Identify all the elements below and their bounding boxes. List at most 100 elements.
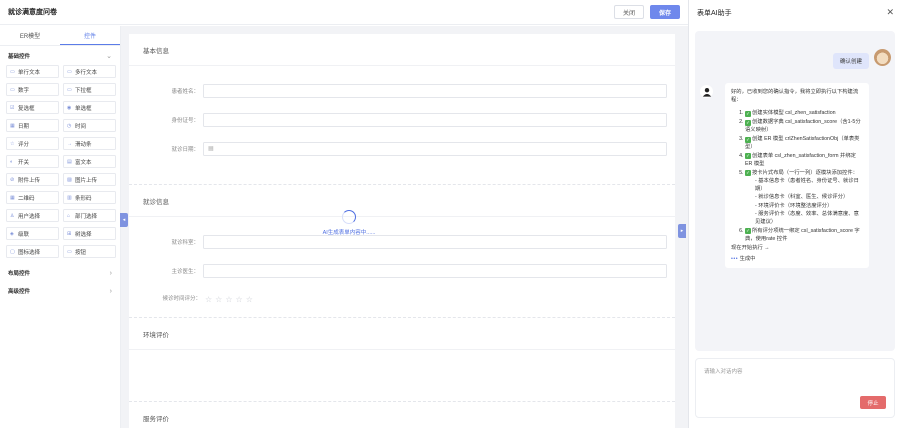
- control-label: 图片上传: [75, 177, 98, 184]
- control-item[interactable]: ⌂ 部门选择: [63, 209, 116, 222]
- control-item[interactable]: ▭ 下拉框: [63, 83, 116, 96]
- star-icon[interactable]: ☆: [205, 295, 212, 304]
- layout-controls-header[interactable]: 布局控件 ›: [0, 264, 120, 282]
- field-label: 身份证号：: [171, 117, 199, 124]
- form-field-row: 主诊医生：: [129, 256, 675, 285]
- control-item[interactable]: ▨ 图片上传: [63, 173, 116, 186]
- user-avatar: [874, 49, 891, 66]
- control-item[interactable]: ☆ 评分: [6, 137, 59, 150]
- doctor-input[interactable]: [203, 263, 667, 278]
- id-number-input[interactable]: [203, 112, 667, 127]
- check-icon: ✓: [745, 153, 751, 160]
- control-label: 单选框: [75, 105, 92, 112]
- field-label: 主诊医生：: [171, 268, 199, 275]
- control-item[interactable]: ⊘ 附件上传: [6, 173, 59, 186]
- patient-name-input[interactable]: [203, 83, 667, 98]
- step-detail: - 基本信息卡（患者姓名、身份证号、就诊日期）: [755, 178, 859, 193]
- chat-history[interactable]: 确认创建 好的，已收到您的确认指令，我将立即执行以下构建流程： ✓创建实体模型 …: [695, 31, 895, 351]
- chevron-right-icon: ▸: [680, 228, 684, 234]
- control-item[interactable]: ◈ 级联: [6, 227, 59, 240]
- department-select[interactable]: [203, 234, 667, 249]
- stop-button[interactable]: 停止: [860, 396, 886, 409]
- assistant-header: 表单AI助手 ✕: [689, 0, 902, 25]
- step-detail: - 服务评价卡（态度、效率、总体满意度、意见建议）: [755, 210, 859, 226]
- collapse-assistant-button[interactable]: ▸: [678, 224, 686, 238]
- check-icon: ✓: [745, 110, 751, 117]
- control-item[interactable]: ▦ 二维码: [6, 191, 59, 204]
- star-icon[interactable]: ☆: [246, 295, 253, 304]
- control-icon: ☑: [10, 104, 15, 111]
- executing-text: 现在开始执行 →: [731, 244, 770, 251]
- control-item[interactable]: ◷ 时间: [63, 119, 116, 132]
- form-field-row: 身份证号：: [129, 105, 675, 134]
- basic-info-card[interactable]: 基本信息 患者姓名： 身份证号： 就诊日期： ▦: [129, 34, 675, 185]
- control-item[interactable]: ▢ 图标选择: [6, 245, 59, 258]
- visit-info-card[interactable]: 就诊信息 就诊科室： 主诊医生： 候诊时间评分： ☆ ☆ ☆ ☆ ☆: [129, 185, 675, 318]
- collapse-sidebar-button[interactable]: ◂: [120, 213, 128, 227]
- chevron-right-icon: ›: [109, 269, 112, 277]
- build-step: ✓创建表单 csl_zhen_satisfaction_form 并绑定 ER …: [745, 152, 863, 168]
- tab-er-model[interactable]: ER模型: [0, 26, 60, 45]
- control-icon: ▦: [10, 194, 15, 201]
- control-item[interactable]: ▦ 日期: [6, 119, 59, 132]
- control-item[interactable]: ⊞ 树选择: [63, 227, 116, 240]
- control-label: 级联: [18, 231, 30, 238]
- star-icon[interactable]: ☆: [225, 295, 232, 304]
- check-icon: ✓: [745, 119, 751, 126]
- control-icon: ▭: [10, 68, 15, 75]
- control-item[interactable]: ▭ 数字: [6, 83, 59, 96]
- control-item[interactable]: ♙ 用户选择: [6, 209, 59, 222]
- form-field-row: 就诊科室：: [129, 227, 675, 256]
- control-item[interactable]: ▭ 多行文本: [63, 65, 116, 78]
- chevron-right-icon: ›: [109, 287, 112, 295]
- close-icon[interactable]: ✕: [886, 7, 894, 18]
- service-card[interactable]: 服务评价: [129, 402, 675, 428]
- ai-assistant-panel: 表单AI助手 ✕ 确认创建 好的，已收到您的确认指令，我将立即执行以下构建流程：…: [688, 0, 902, 428]
- visit-date-picker[interactable]: ▦: [203, 141, 667, 156]
- control-icon: ◉: [67, 104, 72, 111]
- chat-input[interactable]: 请输入对话内容 停止: [695, 358, 895, 418]
- control-icon: ▭: [10, 86, 15, 93]
- ai-loading-indicator: AI生成表单内容中......: [299, 210, 399, 236]
- control-item[interactable]: ▭ 按钮: [63, 245, 116, 258]
- control-item[interactable]: ▭ 单行文本: [6, 65, 59, 78]
- environment-card[interactable]: 环境评价: [129, 318, 675, 402]
- control-icon: ▭: [67, 68, 72, 75]
- basic-controls-header[interactable]: 基础控件 ⌄: [0, 49, 120, 63]
- control-label: 开关: [18, 159, 30, 166]
- control-icon: ▦: [10, 122, 15, 129]
- control-item[interactable]: → 滑动条: [63, 137, 116, 150]
- advanced-controls-header[interactable]: 高级控件 ›: [0, 282, 120, 300]
- control-item[interactable]: ◐ 开关: [6, 155, 59, 168]
- control-item[interactable]: ▥ 条形码: [63, 191, 116, 204]
- calendar-icon: ▦: [208, 146, 214, 152]
- star-icon[interactable]: ☆: [215, 295, 222, 304]
- control-label: 时间: [75, 123, 87, 130]
- advanced-controls-title: 高级控件: [8, 289, 31, 295]
- card-title: 服务评价: [143, 416, 169, 423]
- close-button[interactable]: 关闭: [613, 5, 644, 19]
- control-icon: ◷: [67, 122, 72, 129]
- wait-time-rating[interactable]: ☆ ☆ ☆ ☆ ☆: [205, 295, 253, 304]
- control-label: 附件上传: [18, 177, 41, 184]
- control-item[interactable]: ◉ 单选框: [63, 101, 116, 114]
- control-icon: ▤: [67, 158, 72, 165]
- form-field-row: 就诊日期： ▦: [129, 134, 675, 163]
- tab-controls[interactable]: 控件: [60, 26, 120, 45]
- field-label: 候诊时间评分：: [162, 296, 201, 302]
- control-label: 评分: [18, 141, 30, 148]
- build-step: ✓所有评分项统一绑定 csl_satisfaction_score 字典，使用r…: [745, 227, 863, 243]
- control-item[interactable]: ▤ 富文本: [63, 155, 116, 168]
- page-title: 就诊满意度问卷: [8, 9, 57, 16]
- control-icon: ◐: [10, 158, 14, 165]
- build-step: ✓创建数据字典 csl_satisfaction_score（含1-5分语义映射…: [745, 118, 863, 134]
- check-icon: ✓: [745, 136, 751, 143]
- star-icon[interactable]: ☆: [236, 295, 243, 304]
- top-bar: 就诊满意度问卷 关闭 保存: [0, 0, 688, 25]
- control-icon: ▥: [67, 194, 72, 201]
- basic-controls-grid: ▭ 单行文本 ▭ 多行文本 ▭ 数字 ▭ 下拉框 ☑ 复选框 ◉ 单选框 ▦ 日期 ◷ 时间 ☆ 评分 → 滑动条 ◐ 开…: [0, 63, 120, 264]
- control-item[interactable]: ☑ 复选框: [6, 101, 59, 114]
- save-button[interactable]: 保存: [649, 5, 680, 19]
- control-icon: ▢: [10, 248, 15, 255]
- control-label: 多行文本: [75, 69, 98, 76]
